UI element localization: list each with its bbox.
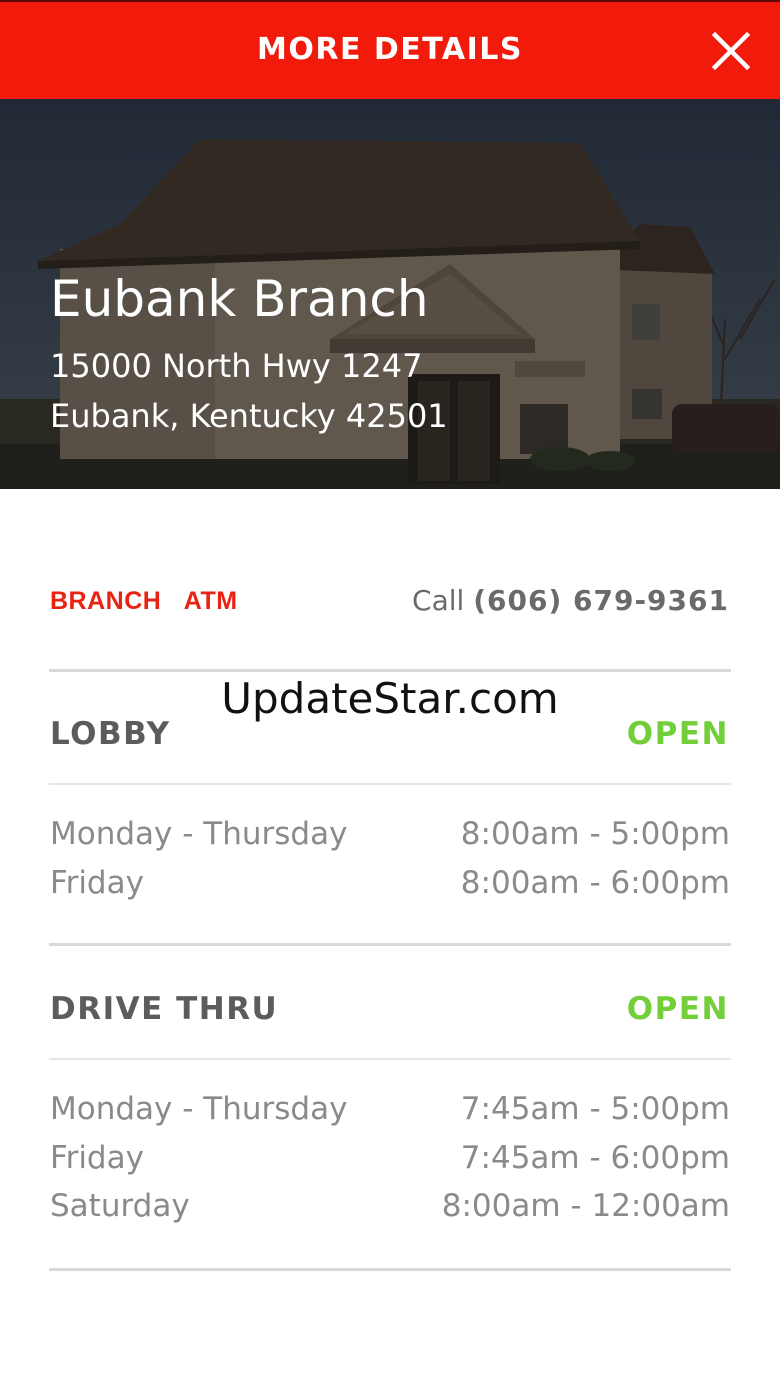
page-title: MORE DETAILS <box>256 32 524 67</box>
branch-address-line2: Eubank, Kentucky 42501 <box>50 397 448 435</box>
hours-day: Saturday <box>50 1188 190 1224</box>
divider <box>49 943 731 946</box>
tab-atm[interactable]: ATM <box>184 587 238 616</box>
watermark-text: UpdateStar.com <box>221 674 559 723</box>
section-title-drive-thru: DRIVE THRU <box>50 991 279 1027</box>
top-bar: MORE DETAILS <box>0 0 780 99</box>
hours-day: Friday <box>50 1140 144 1176</box>
close-button[interactable] <box>708 30 754 72</box>
hours-day: Monday - Thursday <box>50 1091 348 1127</box>
divider <box>49 669 731 672</box>
tab-branch[interactable]: BRANCH <box>50 587 161 616</box>
hours-time: 8:00am - 5:00pm <box>460 816 730 852</box>
hours-day: Friday <box>50 865 144 901</box>
service-tabs: BRANCH ATM <box>50 587 256 616</box>
hours-time: 8:00am - 6:00pm <box>460 865 730 901</box>
hours-row: Friday 8:00am - 6:00pm <box>50 865 730 905</box>
hours-day: Monday - Thursday <box>50 816 348 852</box>
call-link[interactable]: Call (606) 679-9361 <box>412 584 729 617</box>
branch-hero-image: Eubank Branch 15000 North Hwy 1247 Euban… <box>0 99 780 489</box>
hours-row: Saturday 8:00am - 12:00am <box>50 1188 730 1228</box>
hours-time: 7:45am - 6:00pm <box>460 1140 730 1176</box>
phone-number: (606) 679-9361 <box>473 584 729 617</box>
hours-row: Monday - Thursday 8:00am - 5:00pm <box>50 816 730 856</box>
hours-row: Monday - Thursday 7:45am - 5:00pm <box>50 1091 730 1131</box>
branch-name: Eubank Branch <box>50 270 429 328</box>
divider <box>49 1058 731 1060</box>
hours-time: 8:00am - 12:00am <box>441 1188 730 1224</box>
divider <box>49 783 731 785</box>
hours-time: 7:45am - 5:00pm <box>460 1091 730 1127</box>
branch-address-line1: 15000 North Hwy 1247 <box>50 347 423 385</box>
close-icon <box>711 31 751 71</box>
call-label: Call <box>412 584 465 617</box>
divider <box>49 1268 731 1271</box>
hours-row: Friday 7:45am - 6:00pm <box>50 1140 730 1180</box>
drive-thru-status-badge: OPEN <box>626 991 729 1027</box>
